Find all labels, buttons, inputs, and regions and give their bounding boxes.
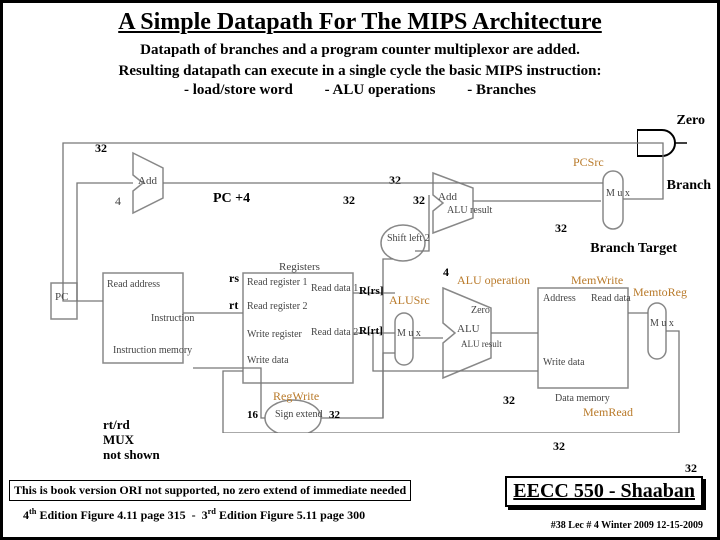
rt-rd-mux-note: rt/rd MUX not shown — [103, 418, 160, 463]
read-address: Read address — [107, 279, 157, 290]
mem-read-data: Read data — [591, 293, 627, 304]
instruction-out: Instruction — [151, 313, 194, 324]
bus-width-32-final: 32 — [685, 461, 697, 476]
bullet-branches: - Branches — [467, 82, 536, 98]
bus-width-32-memaddr: 32 — [553, 439, 565, 454]
rs-label: rs — [229, 271, 239, 286]
alu-zero: Zero — [471, 305, 490, 316]
alu-result2: ALU result — [461, 339, 495, 349]
read-data1: Read data 1 — [311, 283, 353, 294]
zero-label: Zero — [676, 113, 705, 129]
add2-block: Add — [438, 191, 457, 203]
aluop-signal: ALU operation — [457, 273, 530, 288]
datapath-diagram: 4 PC Add Add ALU result M u x Shift left… — [43, 133, 683, 433]
read-reg1: Read register 1 — [247, 277, 297, 288]
mem-write-data: Write data — [543, 357, 579, 368]
slide-info: #38 Lec # 4 Winter 2009 12-15-2009 — [551, 520, 703, 531]
bus-width-32-aluout: 32 — [503, 393, 515, 408]
r-rt-label: R[rt] — [359, 325, 383, 337]
rt-rd-line1: rt/rd — [103, 417, 130, 432]
mux-memtoreg: M u x — [650, 319, 674, 329]
r-rs-label: R[rs] — [359, 285, 383, 297]
read-reg2: Read register 2 — [247, 301, 297, 312]
memtoreg-signal: MemtoReg — [633, 285, 687, 300]
edition-refs: 4th Edition Figure 4.11 page 315 - 3rd E… — [23, 507, 365, 523]
bullet-row: - load/store word - ALU operations - Bra… — [3, 82, 717, 99]
bullet-load-store: - load/store word — [184, 82, 293, 98]
sign-extend: Sign extend — [275, 409, 311, 420]
memread-signal: MemRead — [583, 405, 633, 420]
slide: A Simple Datapath For The MIPS Architect… — [0, 0, 720, 540]
bus-width-4: 4 — [443, 265, 449, 280]
instruction-memory: Instruction memory — [113, 345, 178, 356]
course-badge: EECC 550 - Shaaban — [505, 476, 703, 507]
mux-alusrc: M u x — [397, 329, 421, 339]
data-memory: Data memory — [555, 393, 615, 404]
mux-top: M u x — [606, 189, 630, 199]
rt-rd-line2: MUX — [103, 432, 134, 447]
subtitle: Datapath of branches and a program count… — [3, 42, 717, 59]
description: Resulting datapath can execute in a sing… — [3, 63, 717, 80]
bullet-alu-ops: - ALU operations — [325, 82, 436, 98]
footer-note: This is book version ORI not supported, … — [9, 480, 411, 501]
add1-block: Add — [138, 175, 157, 187]
rt-label: rt — [229, 298, 238, 313]
alusrc-signal: ALUSrc — [389, 293, 430, 308]
write-reg: Write register — [247, 329, 297, 340]
bus-width-32-sign: 32 — [329, 409, 340, 421]
pcsrc-signal: PCSrc — [573, 155, 604, 170]
shift-block: Shift left 2 — [387, 233, 419, 244]
svg-text:4: 4 — [115, 194, 121, 208]
read-data2: Read data 2 — [311, 327, 353, 338]
rt-rd-line3: not shown — [103, 447, 160, 462]
alu-result-label: ALU result — [447, 205, 492, 216]
registers-block: Registers — [279, 261, 320, 273]
alu-block: ALU — [457, 323, 480, 335]
mem-address: Address — [543, 293, 576, 304]
page-title: A Simple Datapath For The MIPS Architect… — [3, 9, 717, 36]
regwrite-signal: RegWrite — [273, 389, 319, 404]
pc-block: PC — [55, 291, 68, 303]
memwrite-signal: MemWrite — [571, 273, 623, 288]
bus-width-16: 16 — [247, 409, 258, 421]
write-data: Write data — [247, 355, 297, 366]
